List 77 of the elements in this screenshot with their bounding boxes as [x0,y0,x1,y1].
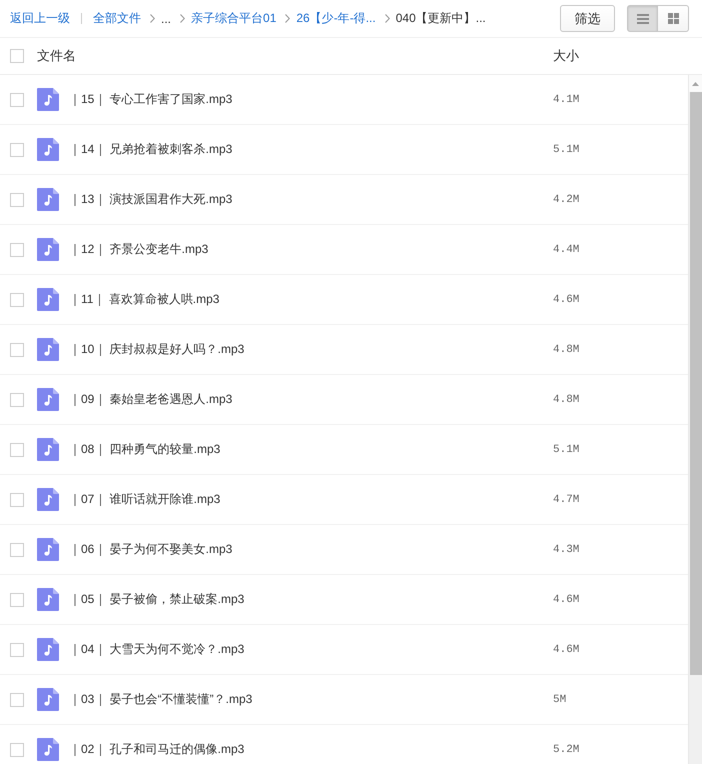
grid-icon [668,13,678,24]
music-file-icon [37,638,59,661]
checkbox[interactable] [10,49,24,63]
list-view-button[interactable] [627,5,658,32]
file-size: 4.6M [553,594,580,606]
breadcrumb-link[interactable]: 亲子综合平台01 [191,10,276,27]
music-file-icon [37,188,59,211]
music-file-icon [37,238,59,261]
file-name[interactable]: ｜13｜ 演技派国君作大死.mp3 [69,191,553,208]
file-name[interactable]: ｜12｜ 齐景公变老牛.mp3 [69,241,553,258]
file-name[interactable]: ｜07｜ 谁听话就开除谁.mp3 [69,491,553,508]
scrollbar-thumb[interactable] [690,92,702,675]
music-file-icon [37,488,59,511]
file-size: 4.6M [553,294,580,306]
file-size: 4.6M [553,644,580,656]
checkbox[interactable] [10,442,24,456]
checkbox[interactable] [10,342,24,356]
music-file-icon [37,338,59,361]
file-name[interactable]: ｜10｜ 庆封叔叔是好人吗？.mp3 [69,341,553,358]
file-size: 5.1M [553,144,580,156]
file-size: 4.4M [553,244,580,256]
music-file-icon [37,688,59,711]
music-file-icon [37,738,59,761]
file-name[interactable]: ｜04｜ 大雪天为何不觉冷？.mp3 [69,641,553,658]
checkbox[interactable] [10,192,24,206]
breadcrumb-link[interactable]: ... [161,12,172,26]
checkbox[interactable] [10,542,24,556]
chevron-right-icon [285,14,290,23]
grid-view-button[interactable] [658,5,689,32]
file-name[interactable]: ｜15｜ 专心工作害了国家.mp3 [69,91,553,108]
file-name[interactable]: ｜09｜ 秦始皇老爸遇恩人.mp3 [69,391,553,408]
file-name[interactable]: ｜03｜ 晏子也会“不懂装懂”？.mp3 [69,691,553,708]
file-name[interactable]: ｜06｜ 晏子为何不娶美女.mp3 [69,541,553,558]
music-file-icon [37,438,59,461]
file-size: 4.8M [553,394,580,406]
filter-button[interactable]: 筛选 [560,5,615,32]
file-size: 4.1M [553,94,580,106]
file-size: 5M [553,694,566,706]
chevron-right-icon [180,14,186,23]
checkbox[interactable] [10,592,24,606]
column-header: 文件名 [37,47,77,65]
music-file-icon [37,388,59,411]
file-size: 5.2M [553,744,580,756]
file-name[interactable]: ｜08｜ 四种勇气的较量.mp3 [69,441,553,458]
checkbox[interactable] [10,692,24,706]
current-folder: 040【更新中】... [396,10,486,27]
file-name[interactable]: ｜05｜ 晏子被偷，禁止破案.mp3 [69,591,553,608]
up-arrow-icon[interactable] [692,82,699,86]
checkbox[interactable] [10,142,24,156]
music-file-icon [37,288,59,311]
file-size: 4.8M [553,344,580,356]
file-size: 4.7M [553,494,580,506]
music-file-icon [37,588,59,611]
checkbox[interactable] [10,392,24,406]
checkbox[interactable] [10,492,24,506]
music-file-icon [37,88,59,111]
checkbox[interactable] [10,292,24,306]
file-size: 5.1M [553,444,580,456]
file-name[interactable]: ｜02｜ 孔子和司马迁的偶像.mp3 [69,741,553,758]
breadcrumb-link[interactable]: 26【少-年-得... [296,10,376,27]
checkbox[interactable] [10,742,24,756]
list-icon [636,14,648,24]
scrollbar-track[interactable] [688,75,702,764]
checkbox[interactable] [10,92,24,106]
music-file-icon [37,538,59,561]
checkbox[interactable] [10,242,24,256]
chevron-right-icon [384,14,390,23]
file-name[interactable]: ｜11｜ 喜欢算命被人哄.mp3 [69,291,553,308]
file-name[interactable]: ｜14｜ 兄弟抢着被刺客杀.mp3 [69,141,553,158]
breadcrumb-link[interactable]: 全部文件 [93,10,141,27]
file-size: 4.3M [553,544,580,556]
chevron-right-icon [150,14,155,23]
music-file-icon [37,138,59,161]
back-link[interactable]: 返回上一级 [10,10,70,27]
file-size: 4.2M [553,194,580,206]
column-header: 大小 [553,47,579,65]
checkbox[interactable] [10,642,24,656]
